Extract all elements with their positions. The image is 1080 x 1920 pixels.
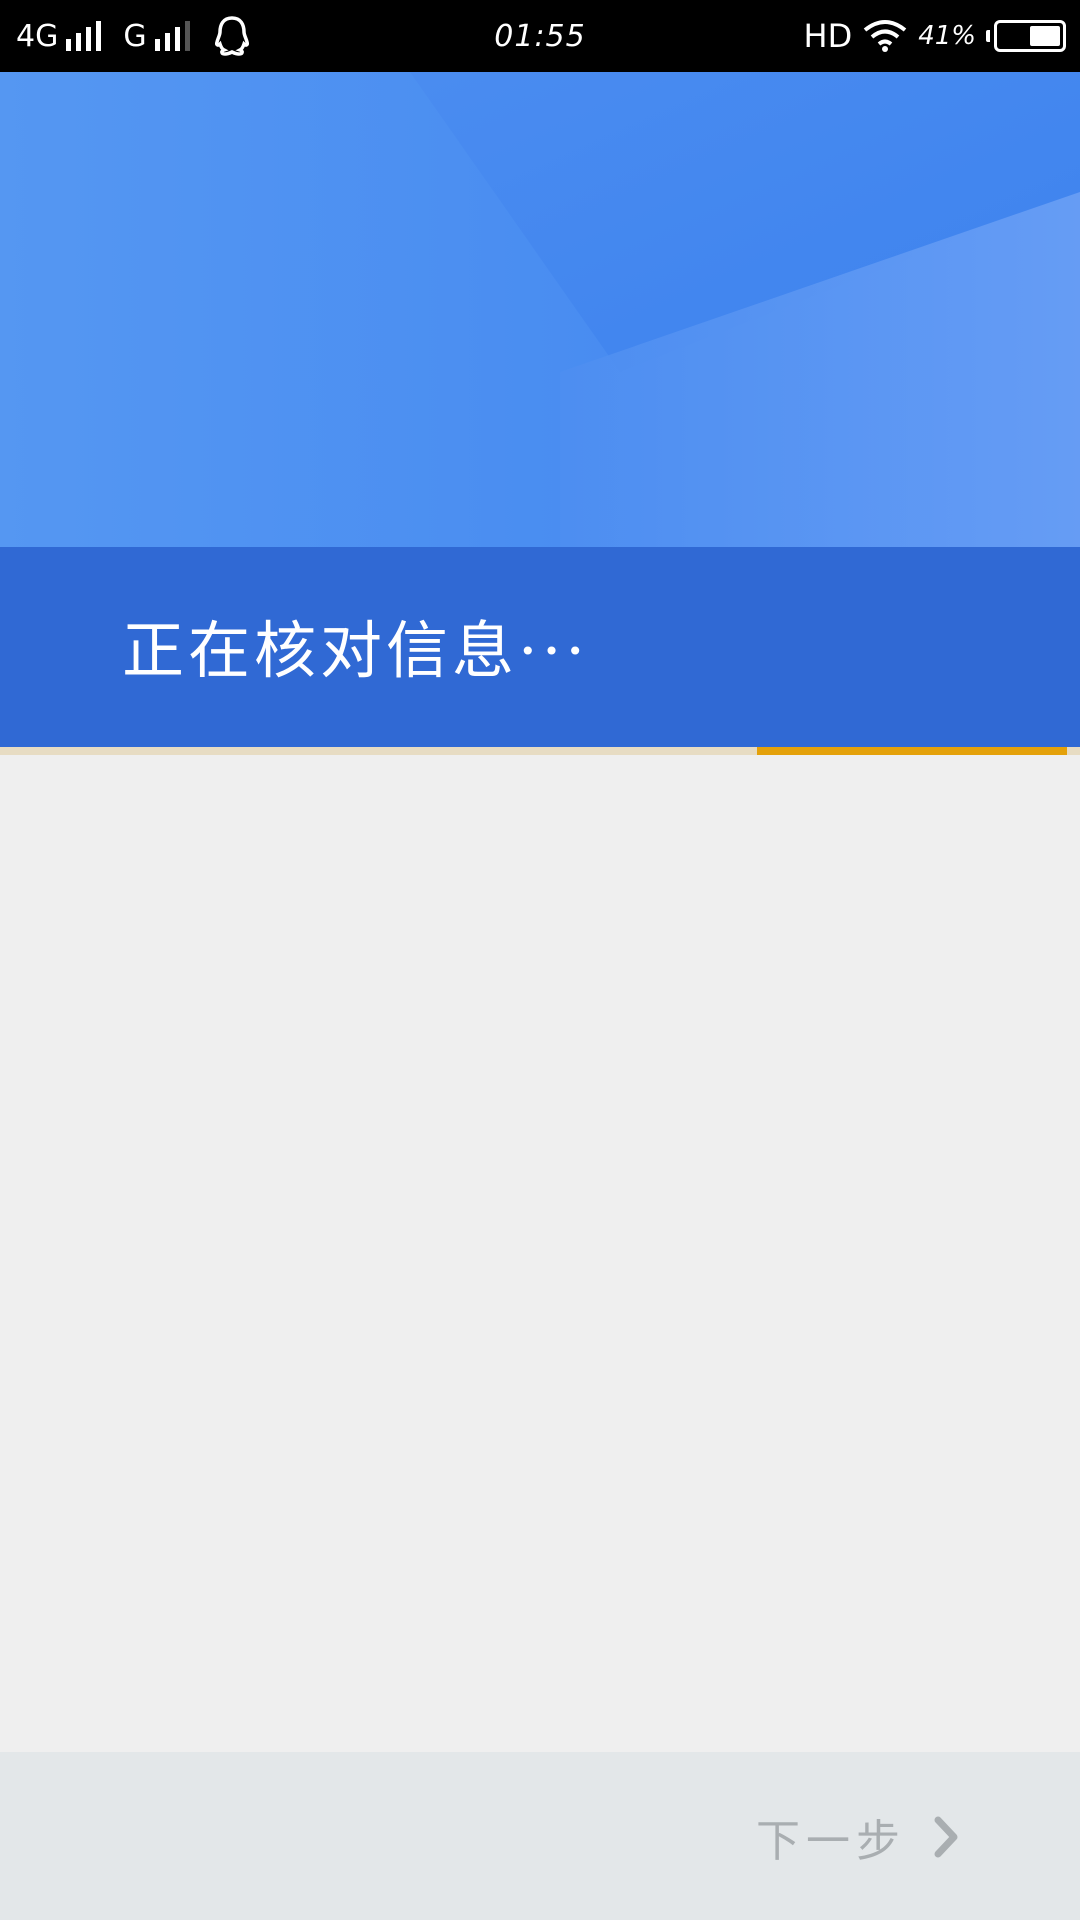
banner-background — [0, 72, 1080, 547]
status-right: HD 41% — [803, 0, 1066, 72]
battery-percent: 41% — [918, 21, 976, 51]
hd-indicator: HD — [803, 17, 853, 55]
wifi-icon — [863, 20, 907, 52]
network-type-secondary: G — [123, 18, 147, 54]
battery-icon — [994, 20, 1066, 52]
next-step-button[interactable]: 下一步 — [756, 1802, 960, 1872]
page-title: 正在核对信息··· — [122, 614, 590, 687]
signal-icon — [66, 21, 102, 51]
network-type-primary: 4G — [16, 18, 59, 54]
battery-tip — [986, 30, 990, 42]
clock: 01:55 — [494, 18, 586, 54]
status-left: 4G G — [16, 0, 252, 72]
content-area — [0, 755, 1080, 1752]
header-banner — [0, 72, 1080, 547]
chevron-right-icon — [934, 1816, 958, 1858]
next-step-label: 下一步 — [756, 1816, 906, 1867]
progress-indicator — [757, 747, 1067, 755]
signal-icon — [154, 21, 190, 51]
status-bar: 4G G 01:55 HD 41% — [0, 0, 1080, 72]
qq-icon — [214, 16, 249, 56]
footer-bar: 下一步 — [0, 1752, 1080, 1920]
